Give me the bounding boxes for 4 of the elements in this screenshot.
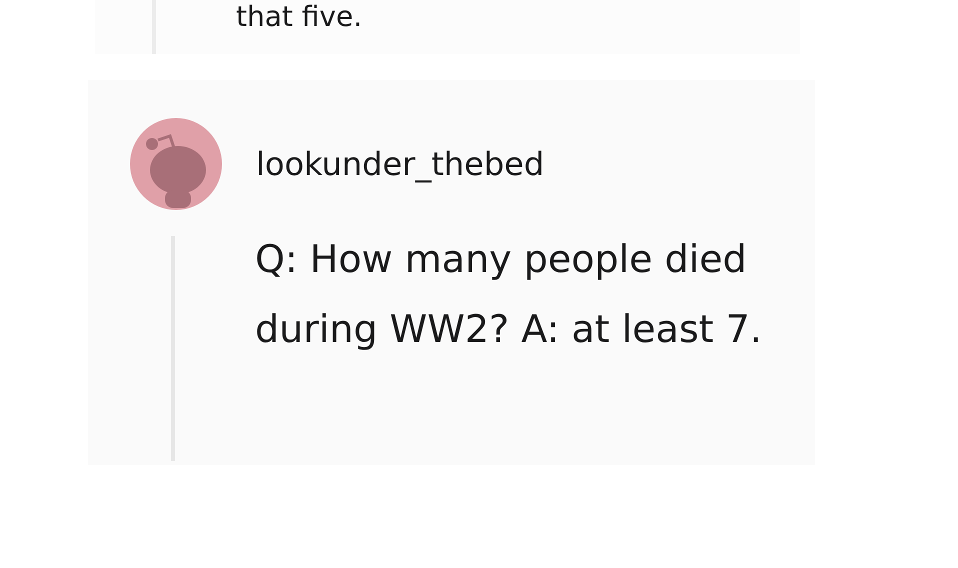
username[interactable]: lookunder_thebed: [256, 145, 544, 183]
comment-text: that five.: [236, 0, 364, 34]
avatar-icon: [130, 118, 222, 210]
comment-text: Q: How many people died during WW2? A: at least 7.: [255, 236, 763, 353]
